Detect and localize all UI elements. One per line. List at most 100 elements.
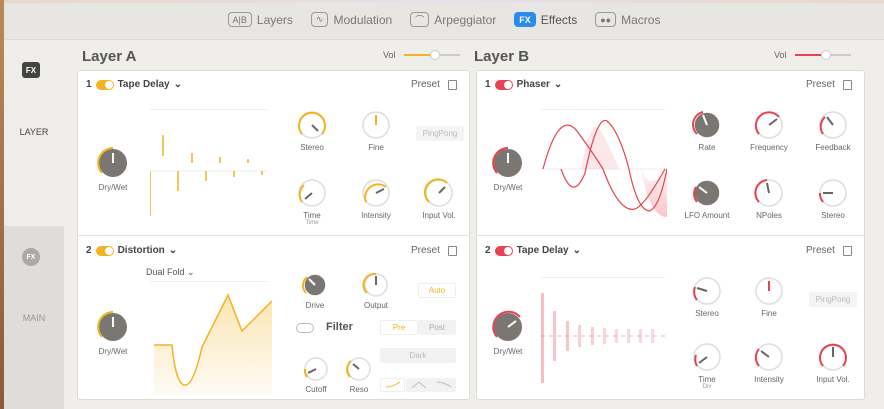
highpass-button[interactable] xyxy=(431,378,456,392)
knob-dial xyxy=(492,310,524,343)
layer-b-slot-1: 1 Phaser ⌄ Preset Dry/Wet Rate Frequency xyxy=(477,71,864,235)
chevron-down-icon[interactable]: ⌄ xyxy=(174,79,182,90)
modulation-icon: ∿ xyxy=(310,12,329,27)
chevron-down-icon[interactable]: ⌄ xyxy=(169,245,177,256)
effect-name[interactable]: Distortion xyxy=(118,245,165,256)
lowpass-icon xyxy=(385,381,400,388)
pingpong-button[interactable]: PingPong xyxy=(809,292,857,307)
delay-taps xyxy=(150,135,263,216)
auto-button[interactable]: Auto xyxy=(418,283,456,298)
time-knob[interactable]: Time Div xyxy=(677,341,737,390)
slot-toggle[interactable] xyxy=(494,245,513,256)
slot-toggle[interactable] xyxy=(494,79,513,90)
volume-slider[interactable] xyxy=(794,50,851,60)
effect-name[interactable]: Tape Delay xyxy=(517,245,569,256)
layer-a-panel: 1 Tape Delay ⌄ Preset Dry/Wet Stereo Fin… xyxy=(77,70,470,400)
slot-toggle[interactable] xyxy=(95,79,114,90)
knob-label: Intensity xyxy=(361,211,391,220)
time-knob[interactable]: Time Time xyxy=(282,177,342,226)
slot-divider xyxy=(78,235,469,236)
drywet-knob[interactable]: Dry/Wet xyxy=(83,145,143,192)
lowpass-button[interactable] xyxy=(380,378,405,392)
filter-toggle[interactable] xyxy=(296,323,314,333)
drywet-knob[interactable]: Dry/Wet xyxy=(83,309,143,356)
fx-layer-icon[interactable]: FX xyxy=(22,62,40,78)
tab-label: Arpeggiator xyxy=(434,12,497,27)
chevron-down-icon[interactable]: ⌄ xyxy=(554,79,562,90)
slot-toggle[interactable] xyxy=(95,245,114,256)
lfo-amount-knob[interactable]: LFO Amount xyxy=(677,177,737,220)
time-mode-dropdown[interactable]: Div xyxy=(703,384,712,390)
knob-label: Time xyxy=(303,211,321,220)
layer-a-slot-2: 2 Distortion ⌄ Preset Dual Fold ⌄ Dry/Wet… xyxy=(78,237,469,401)
dark-button[interactable]: Dark xyxy=(380,348,456,363)
preset-menu[interactable]: Preset xyxy=(806,245,852,256)
chevron-down-icon[interactable]: ⌄ xyxy=(573,245,581,256)
bandpass-button[interactable] xyxy=(406,378,431,392)
knob-dial xyxy=(754,111,783,139)
preset-menu[interactable]: Preset xyxy=(411,79,457,90)
sidebar-layer-label: LAYER xyxy=(19,127,49,137)
arpeggiator-icon: ⌒ xyxy=(410,12,430,27)
stereo-knob[interactable]: Stereo xyxy=(803,177,863,220)
layer-b-panel: 1 Phaser ⌄ Preset Dry/Wet Rate Frequency xyxy=(476,70,865,400)
divider xyxy=(150,281,268,282)
intensity-knob[interactable]: Intensity xyxy=(346,177,406,220)
knob-dial xyxy=(346,357,371,381)
frequency-knob[interactable]: Frequency xyxy=(739,109,799,152)
stereo-knob[interactable]: Stereo xyxy=(282,109,342,152)
distortion-mode-dropdown[interactable]: Dual Fold ⌄ xyxy=(146,267,195,278)
knob-dial xyxy=(97,311,129,343)
tab-effects[interactable]: FX Effects xyxy=(514,12,577,27)
npoles-knob[interactable]: NPoles xyxy=(739,177,799,220)
mode-label: Dual Fold xyxy=(146,267,185,277)
drywet-knob[interactable]: Dry/Wet xyxy=(478,145,538,192)
effect-name[interactable]: Phaser xyxy=(517,79,550,90)
copy-icon[interactable] xyxy=(842,245,852,256)
volume-slider[interactable] xyxy=(403,50,460,60)
effect-name[interactable]: Tape Delay xyxy=(118,79,170,90)
volume-handle[interactable] xyxy=(429,50,440,60)
copy-icon[interactable] xyxy=(447,245,457,256)
fine-knob[interactable]: Fine xyxy=(346,109,406,152)
intensity-knob[interactable]: Intensity xyxy=(739,341,799,384)
pingpong-button[interactable]: PingPong xyxy=(416,126,464,141)
layer-a-title: Layer A xyxy=(82,48,137,65)
preset-menu[interactable]: Preset xyxy=(806,79,852,90)
preset-label: Preset xyxy=(411,79,440,90)
fx-main-icon[interactable]: FX xyxy=(22,248,40,266)
pre-button[interactable]: Pre xyxy=(380,320,418,335)
knob-dial xyxy=(819,111,847,139)
tab-layers[interactable]: A|B Layers xyxy=(227,12,293,27)
slot-number: 2 xyxy=(485,245,491,256)
preset-menu[interactable]: Preset xyxy=(411,245,457,256)
layer-b-volume[interactable]: Vol xyxy=(774,50,851,60)
time-mode-dropdown[interactable]: Time xyxy=(305,220,318,226)
input-vol-knob[interactable]: Input Vol. xyxy=(409,177,469,220)
knob-label: Time xyxy=(698,375,716,384)
rate-knob[interactable]: Rate xyxy=(677,109,737,152)
copy-icon[interactable] xyxy=(447,79,457,90)
stereo-knob[interactable]: Stereo xyxy=(677,275,737,318)
drywet-knob[interactable]: Dry/Wet xyxy=(478,309,538,356)
feedback-knob[interactable]: Feedback xyxy=(803,109,863,152)
tab-arpeggiator[interactable]: ⌒ Arpeggiator xyxy=(410,12,496,27)
knob-label: LFO Amount xyxy=(684,211,730,220)
slot-divider xyxy=(477,235,864,236)
layer-a-volume[interactable]: Vol xyxy=(383,50,460,60)
post-button[interactable]: Post xyxy=(418,320,456,335)
input-vol-knob[interactable]: Input Vol. xyxy=(803,341,863,384)
knob-label: Stereo xyxy=(821,211,845,220)
knob-dial xyxy=(819,343,847,371)
copy-icon[interactable] xyxy=(842,79,852,90)
knob-label: Rate xyxy=(698,143,716,152)
drive-knob[interactable]: Drive xyxy=(285,271,345,310)
delay-tap xyxy=(553,311,556,361)
layer-b-title: Layer B xyxy=(474,48,530,65)
output-knob[interactable]: Output xyxy=(346,271,406,310)
tab-modulation[interactable]: ∿ Modulation xyxy=(310,12,392,27)
fine-knob[interactable]: Fine xyxy=(739,275,799,318)
knob-label: Feedback xyxy=(815,143,851,152)
volume-handle[interactable] xyxy=(820,50,831,60)
tab-macros[interactable]: ●● Macros xyxy=(595,12,660,27)
